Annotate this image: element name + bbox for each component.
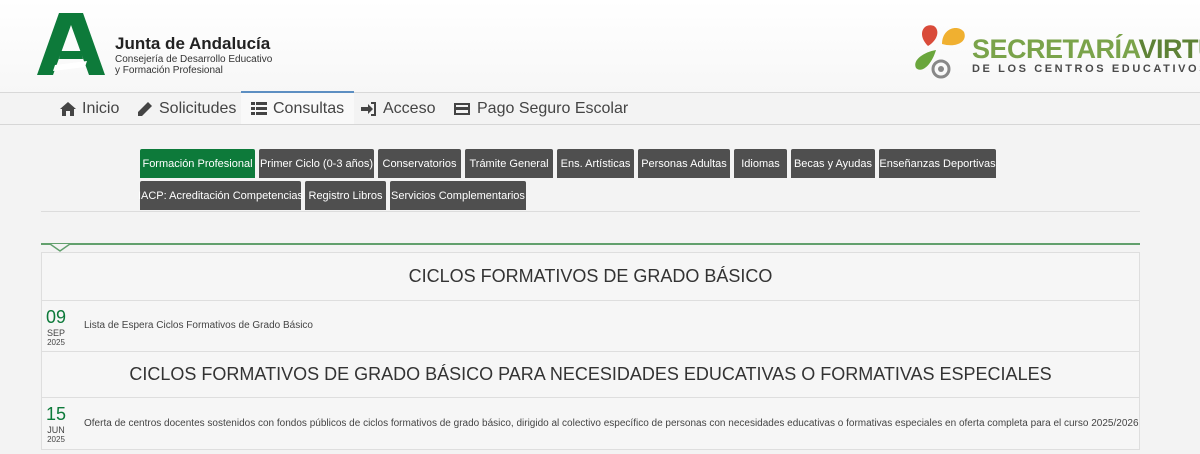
- nav-item-label: Inicio: [82, 99, 120, 117]
- entry-link[interactable]: Lista de Espera Ciclos Formativos de Gra…: [84, 320, 313, 331]
- tab-ens-artisticas[interactable]: Ens. Artísticas: [557, 149, 634, 178]
- entry-link[interactable]: Oferta de centros docentes sostenidos co…: [84, 418, 1139, 429]
- nav-item-acceso[interactable]: Acceso: [361, 93, 435, 124]
- secretaria-virtual-logo-icon[interactable]: [910, 20, 972, 82]
- site-header: Junta de Andalucía Consejería de Desarro…: [0, 0, 1200, 93]
- sv-title-part-a: SECRETARÍA: [972, 34, 1139, 64]
- junta-andalucia-logo-icon[interactable]: [37, 13, 105, 75]
- pencil-icon: [138, 101, 152, 116]
- tab-formacion-profesional[interactable]: Formación Profesional: [140, 149, 255, 178]
- entry-month: SEP: [46, 328, 65, 338]
- section-title: CICLOS FORMATIVOS DE GRADO BÁSICO PARA N…: [41, 352, 1140, 398]
- nav-item-consultas[interactable]: Consultas: [241, 91, 355, 124]
- secretaria-virtual-title: SECRETARÍAVIRTUAL: [972, 34, 1200, 65]
- sv-title-part-b: VIRTUAL: [1138, 34, 1200, 64]
- nav-item-label: Consultas: [273, 99, 345, 117]
- tab-becas-ayudas[interactable]: Becas y Ayudas: [791, 149, 875, 178]
- tab-servicios-complementarios[interactable]: Servicios Complementarios: [390, 181, 526, 210]
- nav-item-label: Pago Seguro Escolar: [477, 99, 629, 117]
- entry-year: 2025: [47, 338, 65, 347]
- home-icon: [60, 101, 76, 116]
- entry-date: 15 JUN 2025: [42, 398, 70, 449]
- list-item[interactable]: 09 SEP 2025 Lista de Espera Ciclos Forma…: [41, 301, 1140, 352]
- section-divider: [41, 243, 1140, 245]
- main-nav: Inicio Solicitudes Consultas Acceso Pago…: [0, 91, 1200, 125]
- list-item[interactable]: 15 JUN 2025 Oferta de centros docentes s…: [41, 398, 1140, 450]
- org-title: Junta de Andalucía: [115, 34, 271, 53]
- nav-item-label: Solicitudes: [159, 99, 237, 117]
- tab-registro-libros[interactable]: Registro Libros: [305, 181, 386, 210]
- sign-in-icon: [361, 101, 376, 116]
- tab-primer-ciclo[interactable]: Primer Ciclo (0-3 años): [259, 149, 374, 178]
- nav-item-label: Acceso: [383, 99, 436, 117]
- credit-card-icon: [454, 102, 470, 115]
- org-subtitle-2: y Formación Profesional: [115, 65, 223, 76]
- org-subtitle-1: Consejería de Desarrollo Educativo: [115, 54, 273, 65]
- nav-item-pago-seguro-escolar[interactable]: Pago Seguro Escolar: [453, 93, 628, 124]
- entry-date: 09 SEP 2025: [42, 301, 70, 351]
- tab-conservatorios[interactable]: Conservatorios: [378, 149, 461, 178]
- list-icon: [251, 101, 267, 115]
- tab-iacp[interactable]: IACP: Acreditación Competencias: [138, 181, 303, 210]
- tab-tramite-general[interactable]: Trámite General: [465, 149, 553, 178]
- section-title: CICLOS FORMATIVOS DE GRADO BÁSICO: [41, 252, 1140, 301]
- secretaria-virtual-subtitle: DE LOS CENTROS EDUCATIVOS: [972, 63, 1200, 75]
- tab-personas-adultas[interactable]: Personas Adultas: [638, 149, 730, 178]
- entry-year: 2025: [47, 435, 65, 444]
- chevron-down-icon: [50, 244, 70, 252]
- nav-item-inicio[interactable]: Inicio: [60, 93, 119, 124]
- entry-day: 09: [45, 307, 67, 327]
- tab-ensenanzas-deportivas[interactable]: Enseñanzas Deportivas: [879, 149, 996, 178]
- tab-idiomas[interactable]: Idiomas: [734, 149, 787, 178]
- nav-item-solicitudes[interactable]: Solicitudes: [137, 93, 236, 124]
- entry-month: JUN: [47, 425, 65, 435]
- entry-day: 15: [45, 404, 67, 424]
